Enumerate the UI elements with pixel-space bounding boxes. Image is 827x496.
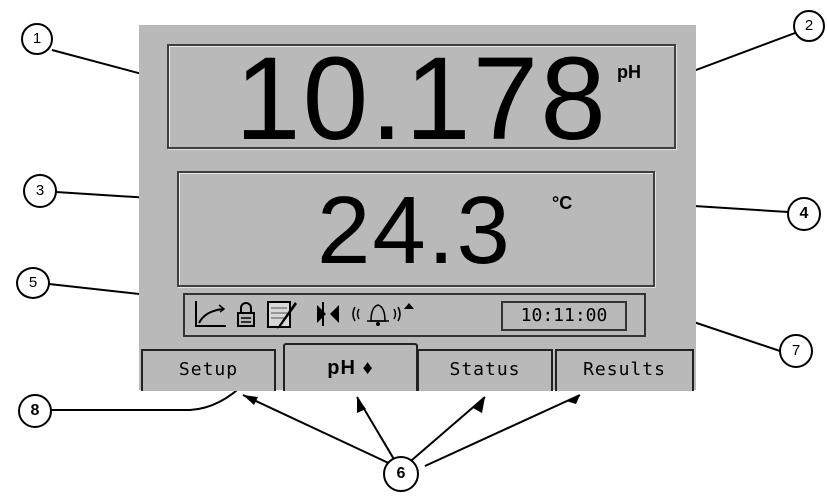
stirrer-icon [317, 302, 339, 326]
clock-display: 10:11:00 [501, 301, 627, 331]
tab-ph[interactable]: pH ♦ [283, 343, 418, 391]
lock-icon [237, 302, 255, 327]
callout-4: 4 [787, 197, 821, 231]
alarm-bell-icon [352, 303, 414, 326]
ph-readout-panel: 10.178 pH [167, 40, 676, 158]
callout-6: 6 [383, 456, 419, 492]
callout-8: 8 [18, 394, 52, 428]
temperature-value: 24.3 [317, 177, 512, 284]
ph-value: 10.178 [235, 33, 608, 165]
callout-7: 7 [779, 334, 813, 368]
calibration-curve-icon [195, 301, 226, 327]
notepad-pen-icon[interactable] [265, 299, 299, 329]
up-triangle-icon [404, 303, 414, 309]
tab-setup[interactable]: Setup [141, 349, 276, 391]
callout-5: 5 [16, 267, 50, 299]
temperature-unit: °C [552, 193, 573, 213]
meter-display: 10.178 pH 24.3 °C 10:11:00 Setup pH ♦ St… [139, 25, 696, 391]
callout-1: 1 [21, 23, 53, 55]
status-bar: 10:11:00 [183, 293, 646, 337]
ph-unit: pH [617, 62, 641, 82]
temperature-readout-panel: 24.3 °C [177, 171, 655, 287]
tab-results[interactable]: Results [555, 349, 694, 391]
tab-status[interactable]: Status [417, 349, 553, 391]
callout-3: 3 [23, 174, 57, 208]
callout-2: 2 [793, 10, 825, 42]
